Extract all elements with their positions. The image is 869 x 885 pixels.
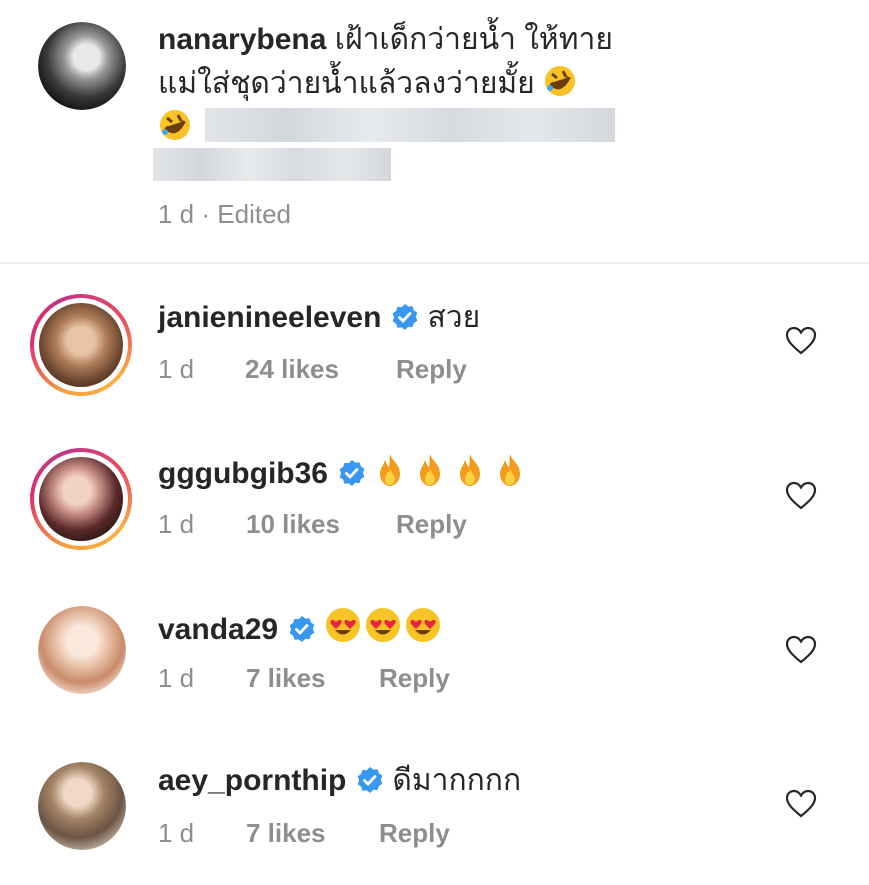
reply-meta: 1 d 7 likes Reply (158, 818, 450, 849)
avatar (39, 303, 123, 387)
blurred-text (205, 108, 615, 142)
timestamp: 1 d (158, 509, 195, 539)
username[interactable]: vanda29 (158, 613, 278, 646)
reply-meta: 1 d 7 likes Reply (158, 663, 450, 694)
timestamp: 1 d (158, 663, 195, 693)
fire-emoji-icon (414, 452, 446, 499)
timestamp: 1 d (158, 199, 195, 229)
likes-count[interactable]: 7 likes (246, 818, 326, 849)
main-comment-line2: แม่ใส่ชุดว่ายน้ำแล้วลงว่ายมั้ย (158, 64, 581, 109)
heart-icon[interactable] (785, 326, 817, 356)
main-comment-line1: nanarybena เฝ้าเด็กว่ายน้ำ ให้ทาย (158, 20, 613, 60)
reply-button[interactable]: Reply (379, 663, 450, 694)
reply-meta: 1 d 10 likes Reply (158, 509, 467, 540)
username[interactable]: aey_pornthip (158, 764, 346, 797)
rolling-laughing-emoji-icon (158, 108, 192, 147)
likes-count[interactable]: 7 likes (246, 663, 326, 694)
verified-badge-icon (288, 614, 316, 654)
verified-badge-icon (391, 302, 419, 342)
username[interactable]: janienineeleven (158, 301, 381, 334)
comment-text: แม่ใส่ชุดว่ายน้ำแล้วลงว่ายมั้ย (158, 67, 535, 100)
comment-text: สวย (427, 301, 481, 334)
divider (0, 262, 869, 264)
heart-eyes-emoji-row (324, 608, 444, 646)
avatar-story-ring[interactable] (30, 294, 132, 396)
heart-icon[interactable] (785, 789, 817, 819)
blurred-text (153, 148, 391, 181)
reply-line: gggubgib36 (158, 452, 534, 499)
rolling-laughing-emoji-icon (543, 64, 577, 109)
comment-meta: 1 d · Edited (158, 199, 291, 230)
reply-line: vanda29 (158, 606, 444, 655)
reply-line: janienineeleven สวย (158, 298, 480, 342)
edited-label: Edited (217, 199, 292, 229)
heart-eyes-emoji-icon (324, 606, 362, 655)
avatar (39, 457, 123, 541)
verified-badge-icon (338, 458, 366, 498)
likes-count[interactable]: 24 likes (245, 354, 339, 385)
reply-line: aey_pornthip ดีมากกกก (158, 761, 521, 805)
heart-eyes-emoji-icon (404, 606, 442, 655)
timestamp: 1 d (158, 818, 195, 848)
fire-emoji-icon (454, 452, 486, 499)
reply-button[interactable]: Reply (396, 509, 467, 540)
reply-button[interactable]: Reply (396, 354, 467, 385)
username[interactable]: nanarybena (158, 23, 326, 56)
verified-badge-icon (356, 765, 384, 805)
fire-emoji-icon (374, 452, 406, 499)
likes-count[interactable]: 10 likes (246, 509, 340, 540)
reply-button[interactable]: Reply (379, 818, 450, 849)
fire-emoji-row (374, 454, 534, 490)
comment-text: เฝ้าเด็กว่ายน้ำ ให้ทาย (334, 23, 613, 56)
avatar-story-ring[interactable] (30, 448, 132, 550)
heart-eyes-emoji-icon (364, 606, 402, 655)
fire-emoji-icon (494, 452, 526, 499)
separator: · (201, 199, 211, 229)
heart-icon[interactable] (785, 635, 817, 665)
reply-meta: 1 d 24 likes Reply (158, 354, 467, 385)
timestamp: 1 d (158, 354, 195, 384)
comment-text: ดีมากกกก (392, 764, 522, 797)
heart-icon[interactable] (785, 481, 817, 511)
avatar[interactable] (38, 606, 126, 694)
username[interactable]: gggubgib36 (158, 457, 328, 490)
avatar[interactable] (38, 762, 126, 850)
avatar[interactable] (38, 22, 126, 110)
